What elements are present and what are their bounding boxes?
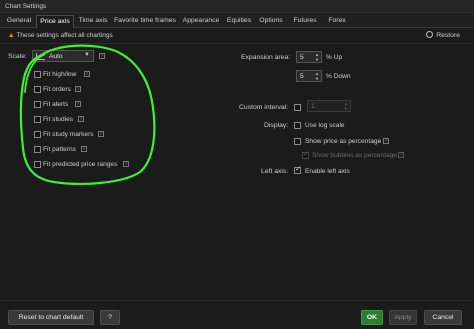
display-label: Display: xyxy=(264,122,289,129)
fit-orders-help-icon[interactable]: ? xyxy=(75,86,81,92)
settings-notice: ▲ These settings affect all chartings xyxy=(8,32,113,39)
custom-interval-checkbox[interactable] xyxy=(294,104,301,111)
use-log-scale-label: Use log scale xyxy=(305,122,345,129)
tab-forex[interactable]: Forex xyxy=(324,15,350,28)
ok-button[interactable]: OK xyxy=(361,310,383,325)
fit-studies-help-icon[interactable]: ? xyxy=(78,116,84,122)
tab-options[interactable]: Options xyxy=(256,15,286,28)
window-title: Chart Settings xyxy=(5,3,47,10)
fit-alerts-label: Fit alerts xyxy=(43,101,69,108)
expansion-up-value: 5 xyxy=(300,54,304,61)
scale-select[interactable]: Auto ▼ xyxy=(32,50,94,62)
scale-help-icon[interactable]: ? xyxy=(99,53,105,59)
fit-study-markers-help-icon[interactable]: ? xyxy=(98,131,104,137)
fit-orders-label: Fit orders xyxy=(43,86,71,93)
fit-patterns-checkbox[interactable] xyxy=(34,146,41,153)
fit-studies-label: Fit studies xyxy=(43,116,74,123)
expansion-down-stepper[interactable]: 5 ▲ ▼ xyxy=(296,70,322,82)
fit-high-low-help-icon[interactable]: ? xyxy=(84,71,90,77)
fit-patterns-help-icon[interactable]: ? xyxy=(81,146,87,152)
left-axis-label: Left axis: xyxy=(261,168,289,175)
enable-left-axis-checkbox[interactable] xyxy=(294,165,301,174)
fit-patterns-label: Fit patterns xyxy=(43,146,76,153)
tab-equities[interactable]: Equities xyxy=(224,15,254,28)
fit-predicted-price-ranges-label: Fit predicted price ranges xyxy=(43,161,118,168)
enable-left-axis-label: Enable left axis xyxy=(305,168,350,175)
scale-label: Scale: xyxy=(8,53,27,60)
tab-general[interactable]: General xyxy=(4,15,34,28)
restore-icon xyxy=(426,31,434,38)
tab-time-axis[interactable]: Time axis xyxy=(76,15,110,28)
cancel-button[interactable]: Cancel xyxy=(424,310,462,325)
fit-study-markers-label: Fit study markers xyxy=(43,131,94,138)
reset-to-chart-default-button[interactable]: Reset to chart default xyxy=(8,310,94,325)
stepper-arrows-icon: ▲ ▼ xyxy=(344,101,348,111)
expansion-area-label: Expansion area: xyxy=(241,54,291,61)
tab-bar: General Price axis Time axis Favorite ti… xyxy=(0,13,474,28)
title-bar: Chart Settings xyxy=(0,0,474,13)
expansion-down-label: % Down xyxy=(326,73,351,80)
apply-button[interactable]: Apply xyxy=(389,310,417,325)
show-price-as-percentage-checkbox[interactable] xyxy=(294,138,301,145)
fit-predicted-price-ranges-checkbox[interactable] xyxy=(34,161,41,168)
expansion-down-value: 5 xyxy=(300,73,304,80)
header-divider xyxy=(0,43,474,44)
show-price-percentage-help-icon[interactable]: ? xyxy=(383,138,389,144)
expansion-up-label: % Up xyxy=(326,54,343,61)
custom-interval-input[interactable]: 1 ▲ ▼ xyxy=(307,100,351,112)
tab-futures[interactable]: Futures xyxy=(288,15,322,28)
custom-interval-value: 1 xyxy=(311,103,315,110)
chevron-down-icon: ▼ xyxy=(84,52,90,58)
fit-alerts-checkbox[interactable] xyxy=(34,101,41,108)
stepper-arrows-icon: ▲ ▼ xyxy=(315,71,319,81)
fit-orders-checkbox[interactable] xyxy=(34,86,41,93)
custom-interval-label: Custom interval: xyxy=(239,104,289,111)
footer-divider xyxy=(0,300,474,301)
fit-studies-checkbox[interactable] xyxy=(34,116,41,123)
restore-label: Restore xyxy=(436,32,460,39)
use-log-scale-checkbox[interactable] xyxy=(294,122,301,129)
scale-value: Auto xyxy=(49,53,63,60)
fit-alerts-help-icon[interactable]: ? xyxy=(75,101,81,107)
auto-scale-icon xyxy=(36,53,45,60)
fit-predicted-price-ranges-help-icon[interactable]: ? xyxy=(123,161,129,167)
tab-appearance[interactable]: Appearance xyxy=(180,15,222,28)
show-bubbles-as-percentage-checkbox[interactable] xyxy=(302,150,309,159)
warning-icon: ▲ xyxy=(8,32,15,39)
stepper-arrows-icon: ▲ ▼ xyxy=(315,52,319,62)
notice-text: These settings affect all chartings xyxy=(16,32,113,39)
restore-button[interactable]: Restore xyxy=(426,31,460,39)
fit-study-markers-checkbox[interactable] xyxy=(34,131,41,138)
show-price-as-percentage-label: Show price as percentage xyxy=(305,138,382,145)
help-button[interactable]: ? xyxy=(100,310,120,325)
expansion-up-stepper[interactable]: 5 ▲ ▼ xyxy=(296,51,322,63)
fit-high-low-label: Fit high/low xyxy=(43,71,77,78)
tab-favorite-time-frames[interactable]: Favorite time frames xyxy=(112,15,178,28)
show-bubbles-help-icon[interactable]: ? xyxy=(398,152,404,158)
fit-high-low-checkbox[interactable] xyxy=(34,71,41,78)
tab-price-axis[interactable]: Price axis xyxy=(36,15,74,28)
show-bubbles-as-percentage-label: Show bubbles as percentage xyxy=(312,152,398,159)
